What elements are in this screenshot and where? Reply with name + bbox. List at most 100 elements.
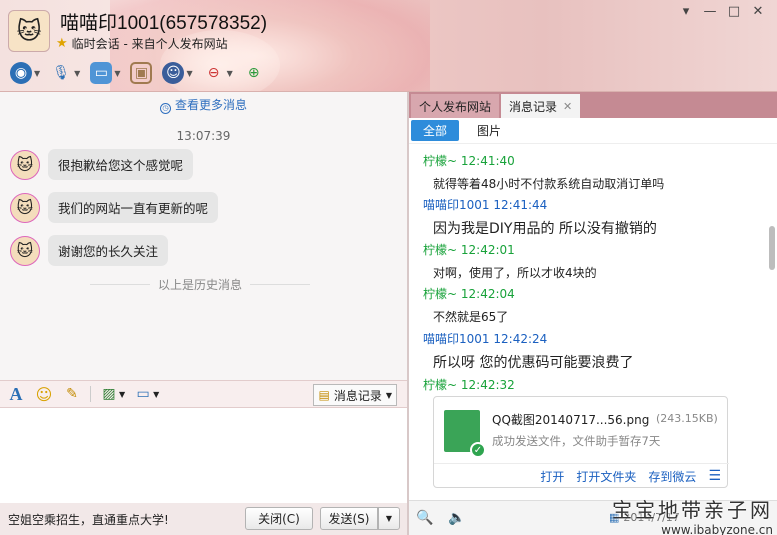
- sender-name: 柠檬~: [423, 243, 458, 257]
- compose-toolbar: A ☺ ✎ ▨ ▼ ▭ ▼ ▤ 消息记录 ▼: [0, 380, 407, 408]
- log-sender-line: 柠檬~ 12:42:01: [423, 241, 515, 258]
- message-history-label: 消息记录: [333, 388, 382, 403]
- view-more-messages-link[interactable]: ◷ 查看更多消息: [0, 96, 407, 114]
- chevron-down-icon: ▼: [114, 68, 121, 78]
- sender-time: 12:42:01: [460, 243, 515, 257]
- view-more-messages-label: 查看更多消息: [174, 98, 247, 112]
- contact-avatar[interactable]: 🐱: [8, 10, 50, 52]
- voice-call-icon: 🎙: [52, 65, 71, 81]
- history-divider-label: 以上是历史消息: [158, 278, 243, 292]
- session-subtitle-text: 临时会话 - 来自个人发布网站: [71, 37, 228, 51]
- history-scrollbar[interactable]: [767, 148, 777, 500]
- tab-label: 消息记录: [509, 99, 558, 114]
- add-friend-button[interactable]: ⊕: [241, 60, 267, 86]
- message-bubble: 我们的网站一直有更新的呢: [48, 192, 219, 223]
- minimize-button[interactable]: —: [699, 2, 721, 20]
- sender-name: 喵喵印1001: [423, 198, 490, 212]
- avatar[interactable]: 🐱: [10, 149, 40, 180]
- chevron-down-icon: ▼: [385, 390, 392, 400]
- filter-all[interactable]: 全部: [411, 120, 460, 141]
- send-button[interactable]: 发送(S): [320, 507, 378, 530]
- font-icon[interactable]: A: [6, 384, 26, 404]
- date-picker[interactable]: ▦ 2014/7/17: [609, 511, 680, 524]
- contact-title: 喵喵印1001(657578352): [60, 13, 268, 34]
- history-icon: ▤: [318, 388, 330, 402]
- tab-label: 个人发布网站: [419, 99, 492, 114]
- open-file-link[interactable]: 打开: [540, 468, 564, 485]
- chevron-down-icon: ▼: [186, 68, 193, 78]
- star-icon: ★: [56, 36, 68, 51]
- menu-dropdown-icon[interactable]: ▾: [675, 2, 697, 20]
- video-call-button[interactable]: ◉ ▼: [8, 60, 42, 86]
- block-user-button[interactable]: ⊖ ▼: [201, 60, 235, 86]
- panel-tabs: 个人发布网站 消息记录 ✕: [409, 92, 777, 118]
- history-divider: 以上是历史消息: [90, 276, 311, 293]
- log-sender-line: 喵喵印1001 12:41:44: [423, 196, 547, 213]
- avatar[interactable]: 🐱: [10, 235, 40, 266]
- log-message-text: 就得等着48小时不付款系统自动取消订单吗: [433, 177, 665, 191]
- avatar[interactable]: 🐱: [10, 192, 40, 223]
- message-bubble: 很抱歉给您这个感觉呢: [48, 149, 194, 180]
- screenshot-icon[interactable]: ▭: [133, 384, 153, 404]
- ad-link[interactable]: 空姐空乘招生，直通重点大学!: [8, 511, 169, 528]
- close-window-button[interactable]: ✕: [747, 2, 769, 20]
- filter-images[interactable]: 图片: [465, 120, 513, 141]
- remote-desktop-icon: ▣: [130, 62, 153, 84]
- emoji-icon[interactable]: ☺: [34, 384, 54, 404]
- close-icon[interactable]: ✕: [563, 100, 572, 113]
- log-message-text: 不然就是65了: [433, 310, 509, 324]
- image-icon[interactable]: ▨: [99, 384, 119, 404]
- message-history-button[interactable]: ▤ 消息记录 ▼: [313, 384, 397, 406]
- sender-time: 12:41:40: [460, 154, 515, 168]
- search-icon[interactable]: 🔍: [415, 508, 435, 528]
- log-sender-line: 柠檬~ 12:42:32: [423, 376, 515, 393]
- chevron-down-icon: ▼: [34, 68, 41, 78]
- calendar-icon: ▦: [609, 511, 620, 524]
- window-controls: ▾ — □ ✕: [675, 2, 769, 20]
- chat-message: 🐱 我们的网站一直有更新的呢: [10, 192, 219, 223]
- message-input[interactable]: [0, 408, 407, 503]
- checkmark-icon: ✓: [470, 442, 486, 458]
- menu-icon[interactable]: ☰: [708, 468, 721, 484]
- sender-time: 12:42:32: [460, 378, 515, 392]
- message-history-panel: 个人发布网站 消息记录 ✕ 全部 图片 柠檬~ 12:41:40 就得等着48小…: [409, 92, 777, 535]
- sender-name: 柠檬~: [423, 287, 458, 301]
- chat-toolbar: ◉ ▼ 🎙 ▼ ▭ ▼ ▣ ☺ ▼ ⊖ ▼ ⊕: [8, 60, 267, 86]
- log-message-text: 因为我是DIY用品的 所以没有撤销的: [433, 221, 657, 237]
- send-options-dropdown[interactable]: ▼: [378, 507, 400, 530]
- voice-call-button[interactable]: 🎙 ▼: [48, 60, 82, 86]
- divider-line: [250, 284, 311, 285]
- tab-personal-site[interactable]: 个人发布网站: [411, 94, 500, 118]
- history-footer: 🔍 🔈 ▦ 2014/7/17: [409, 500, 777, 535]
- message-timestamp: 13:07:39: [176, 129, 231, 143]
- chevron-down-icon: ▼: [226, 68, 233, 78]
- log-sender-line: 柠檬~ 12:42:04: [423, 285, 515, 302]
- sender-name: 喵喵印1001: [423, 332, 490, 346]
- chevron-down-icon[interactable]: ▼: [119, 390, 125, 399]
- webcam-avatar-button[interactable]: ☺ ▼: [160, 60, 194, 86]
- open-folder-link[interactable]: 打开文件夹: [576, 468, 636, 485]
- window-header: 🐱 喵喵印1001(657578352) ★ 临时会话 - 来自个人发布网站 ▾…: [0, 0, 777, 92]
- chevron-down-icon[interactable]: ▼: [153, 390, 159, 399]
- webcam-avatar-icon: ☺: [162, 62, 185, 84]
- file-actions: 打开 打开文件夹 存到微云 ☰: [434, 463, 729, 488]
- log-sender-line: 喵喵印1001 12:42:24: [423, 330, 547, 347]
- save-to-weiyun-link[interactable]: 存到微云: [648, 468, 696, 485]
- close-button[interactable]: 关闭(C): [245, 507, 313, 530]
- message-bubble: 谢谢您的长久关注: [48, 235, 169, 266]
- image-file-icon[interactable]: ✓: [444, 410, 486, 458]
- tab-message-history[interactable]: 消息记录 ✕: [501, 94, 581, 118]
- remote-desktop-button[interactable]: ▣: [128, 60, 154, 86]
- sender-time: 12:42:24: [493, 332, 548, 346]
- video-call-icon: ◉: [10, 62, 32, 84]
- speaker-icon[interactable]: 🔈: [447, 508, 467, 528]
- chat-message: 🐱 很抱歉给您这个感觉呢: [10, 149, 194, 180]
- maximize-button[interactable]: □: [723, 2, 745, 20]
- scrollbar-thumb[interactable]: [769, 226, 775, 270]
- magic-text-icon[interactable]: ✎: [62, 384, 82, 404]
- transfer-file-icon: ▭: [90, 62, 113, 84]
- clock-icon: ◷: [159, 103, 171, 114]
- add-friend-icon: ⊕: [247, 65, 260, 81]
- file-name: QQ截图20140717...56.png: [492, 413, 650, 427]
- transfer-file-button[interactable]: ▭ ▼: [88, 60, 122, 86]
